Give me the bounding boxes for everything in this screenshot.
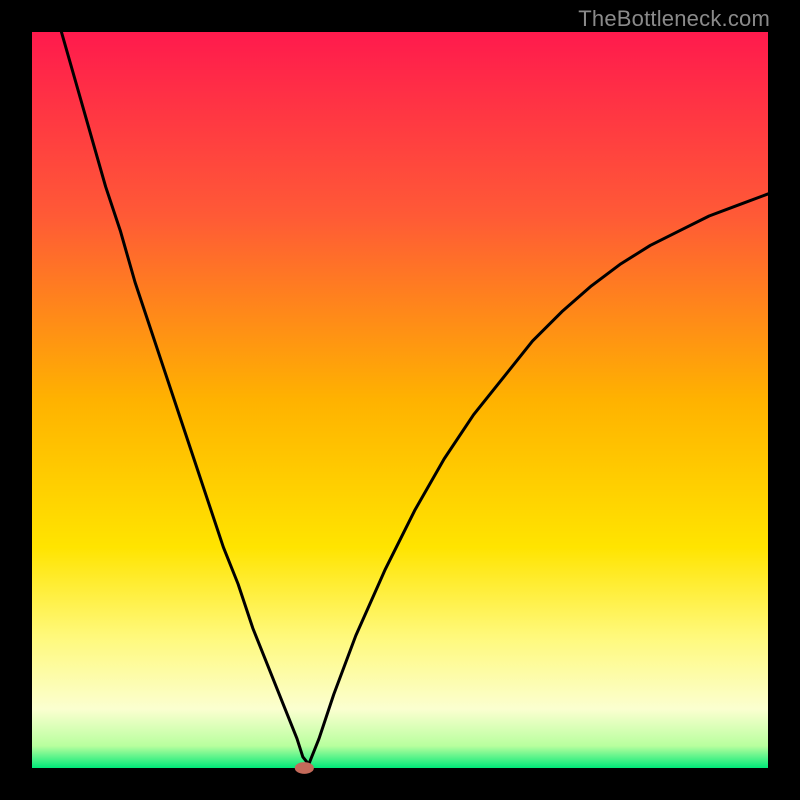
- chart-frame: TheBottleneck.com: [0, 0, 800, 800]
- chart-svg: [32, 32, 768, 768]
- watermark-text: TheBottleneck.com: [578, 6, 770, 32]
- minimum-marker: [295, 762, 314, 774]
- series-bottleneck-curve: [61, 32, 768, 764]
